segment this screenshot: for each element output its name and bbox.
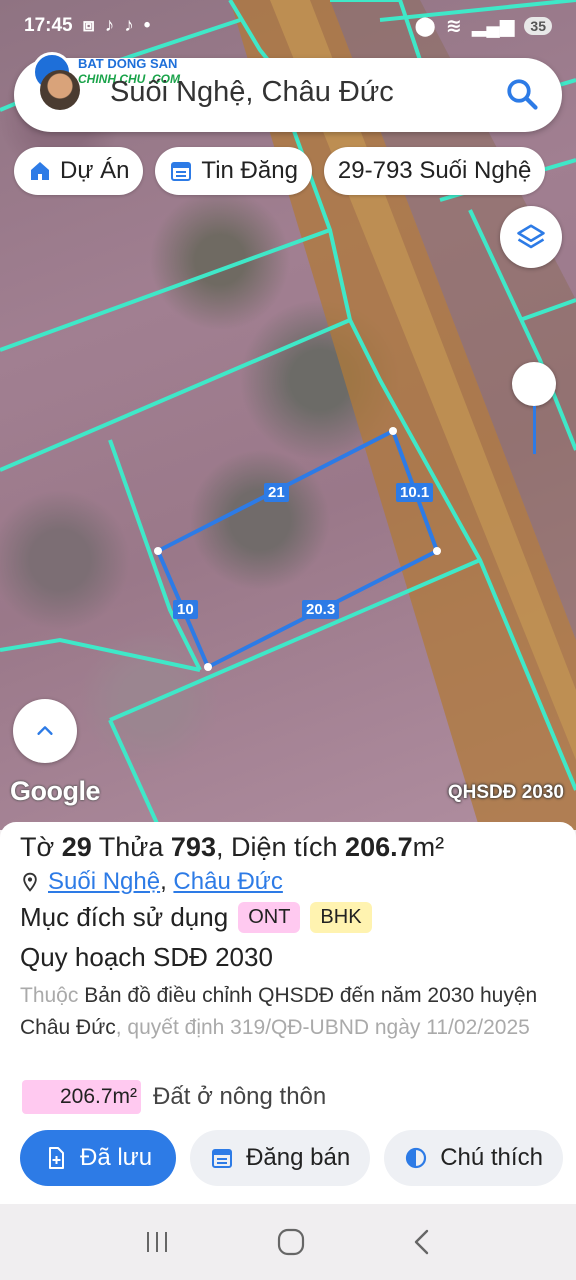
purpose-badge-bhk: BHK — [310, 902, 372, 933]
plot-label: Thửa — [98, 832, 164, 862]
legend-button[interactable]: Chú thích — [384, 1130, 563, 1186]
wifi-icon: ≋ — [445, 15, 462, 37]
search-icon[interactable] — [504, 76, 540, 112]
back-icon[interactable] — [411, 1228, 433, 1256]
post-label: Đăng bán — [246, 1144, 351, 1171]
layers-icon — [517, 224, 545, 249]
tiktok-icon: ♪ — [124, 15, 134, 36]
filter-chips: Dự Án Tin Đăng 29-793 Suối Nghệ — [14, 147, 546, 195]
address-separator: , — [160, 868, 167, 895]
plan-heading: Quy hoạch SDĐ 2030 — [20, 942, 273, 972]
purpose-label: Mục đích sử dụng — [20, 902, 229, 932]
dimension-label-right: 10.1 — [396, 483, 434, 502]
legend-label: Chú thích — [440, 1144, 543, 1171]
saved-button[interactable]: Đã lưu — [20, 1130, 177, 1186]
district-link[interactable]: Châu Đức — [173, 868, 282, 895]
area-value: 206.7 — [345, 832, 413, 862]
search-bar[interactable]: BAT DONG SAN CHINH CHU .COM Suối Nghệ, C… — [14, 52, 562, 132]
action-buttons: Đã lưu Đăng bán Chú thích — [20, 1130, 563, 1186]
google-logo: Google — [10, 776, 101, 806]
purpose-badge-ont: ONT — [238, 902, 301, 933]
home-button-icon[interactable] — [276, 1227, 306, 1257]
dimension-label-top: 21 — [264, 483, 289, 502]
calendar-icon — [212, 1149, 233, 1168]
chip-label: 29-793 Suối Nghệ — [337, 157, 532, 184]
plan-description: Thuộc Bản đồ điều chỉnh QHSDĐ đến năm 20… — [20, 980, 560, 1044]
battery-indicator: 35 — [524, 17, 552, 35]
commune-link[interactable]: Suối Nghệ — [48, 868, 160, 895]
tiktok-icon: ♪ — [104, 15, 115, 36]
sheet-label: Tờ — [20, 832, 55, 862]
parcel-info-sheet: Tờ 29 Thửa 793, Diện tích 206.7m² Suối N… — [0, 822, 576, 1204]
dimension-label-bottom: 20.3 — [302, 600, 340, 619]
chevron-up-icon — [37, 726, 53, 735]
screenshot-icon: ⧈ — [82, 15, 95, 36]
post-for-sale-button[interactable]: Đăng bán — [190, 1130, 371, 1186]
chip-label: Dự Án — [60, 157, 130, 184]
zoning-type: Đất ở nông thôn — [153, 1083, 327, 1110]
chip-projects[interactable]: Dự Án — [14, 147, 144, 195]
plan-prefix: Thuộc — [20, 984, 79, 1007]
land-use-purpose: Mục đích sử dụng ONT BHK — [20, 902, 372, 933]
chip-parcel[interactable]: 29-793 Suối Nghệ — [323, 147, 546, 195]
sheet-number: 29 — [61, 832, 92, 862]
parcel-address: Suối Nghệ, Châu Đức — [20, 868, 283, 896]
layers-button[interactable] — [500, 206, 562, 268]
home-icon — [31, 162, 49, 180]
chip-listings[interactable]: Tin Đăng — [155, 147, 312, 195]
area-label: , Diện tích — [215, 832, 338, 862]
contrast-icon — [406, 1147, 427, 1169]
add-document-icon — [49, 1147, 64, 1169]
opacity-slider-handle[interactable] — [512, 362, 556, 406]
zoning-row: 206.7m² Đất ở nông thôn — [22, 1080, 326, 1114]
signal-icon: ▂▄▆ — [471, 15, 515, 37]
map-layer-label: QHSDĐ 2030 — [447, 782, 564, 803]
status-bar: 17:45 ⧈ ♪ ♪ • ⬤ ≋ ▂▄▆ 35 — [0, 0, 576, 52]
plot-number: 793 — [170, 832, 216, 862]
search-input[interactable]: Suối Nghệ, Châu Đức — [110, 76, 394, 109]
location-pin-icon — [23, 872, 37, 892]
expand-button[interactable] — [13, 699, 77, 763]
plan-decision: , quyết định 319/QĐ-UBND ngày 11/02/2025 — [115, 1016, 530, 1039]
area-unit: m² — [412, 832, 445, 862]
location-icon: ⬤ — [414, 15, 436, 37]
calendar-icon — [171, 162, 192, 181]
opacity-slider-track[interactable] — [533, 406, 536, 454]
saved-label: Đã lưu — [80, 1144, 153, 1171]
dimension-label-left: 10 — [173, 600, 198, 619]
avatar — [40, 70, 80, 110]
recent-apps-icon[interactable] — [143, 1229, 171, 1255]
logo-brand-line1: BAT DONG SAN — [78, 56, 178, 71]
clock: 17:45 — [24, 15, 73, 36]
zoning-area-badge: 206.7m² — [22, 1080, 142, 1114]
chip-label: Tin Đăng — [201, 157, 298, 184]
dot-icon: • — [143, 15, 151, 36]
system-nav-bar — [0, 1204, 576, 1280]
parcel-title: Tờ 29 Thửa 793, Diện tích 206.7m² — [20, 832, 444, 863]
